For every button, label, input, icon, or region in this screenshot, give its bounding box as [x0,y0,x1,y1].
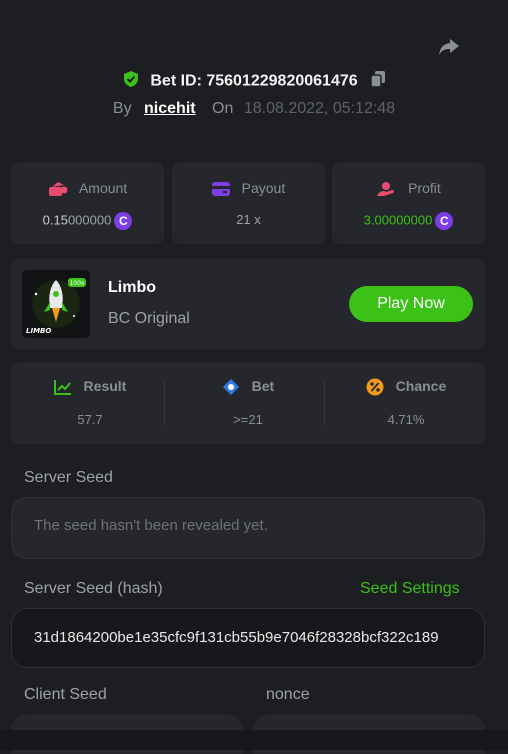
result-value: 57.7 [77,412,103,427]
profit-value-main: 3. [363,212,375,228]
result-chart-icon [53,380,71,396]
thumbnail-badge: 100x [69,280,84,287]
divider [164,380,165,426]
profit-value-zeros: 00000000 [374,212,433,228]
wallet-icon [211,182,230,197]
amount-value-zeros: 000000 [67,212,112,228]
seed-settings-link[interactable]: Seed Settings [360,580,460,598]
coin-icon: C [435,212,454,230]
on-label: On [212,100,234,117]
server-seed-hash-value: 31d1864200be1e35cfc9f131cb55b9e7046f2832… [34,629,439,646]
result-card: Result 57.7 Bet >=21 Chance 4.71% [11,362,485,444]
thumbnail-tag: LIMBO [26,327,51,335]
server-seed-label: Server Seed [24,469,113,486]
percent-icon [366,378,384,396]
divider [324,380,325,426]
nonce-label: nonce [266,686,310,703]
chance-value: 4.71% [387,412,425,427]
bet-column: Bet >=21 [169,362,327,444]
payout-value: 21 x [236,212,261,227]
game-name: Limbo [108,279,156,296]
bet-value: >=21 [233,412,263,427]
server-seed-field[interactable]: The seed hasn't been revealed yet. [11,497,485,559]
amount-card: Amount 0.15000000 C [11,162,164,244]
amount-icon [48,182,68,197]
payout-card: Payout 21 x [172,162,325,244]
chance-label: Chance [395,378,447,394]
server-seed-value: The seed hasn't been revealed yet. [34,517,268,534]
share-icon[interactable] [437,34,461,58]
shield-check-icon [122,70,140,93]
limbo-thumbnail: 100x LIMBO [22,270,90,338]
result-label: Result [83,378,127,394]
by-label: By [112,100,132,117]
amount-value-main: 0.15 [42,212,68,228]
copy-icon[interactable] [370,70,386,93]
bet-id-text: Bet ID: 75601229820061476 [150,72,358,90]
game-card: 100x LIMBO Limbo BC Original Play Now [11,259,485,349]
bet-byline: By nicehit On 18.08.2022, 05:12:48 [0,100,508,118]
coin-icon: C [114,212,133,230]
bet-timestamp: 18.08.2022, 05:12:48 [243,100,396,117]
result-column: Result 57.7 [11,362,169,444]
play-now-button[interactable]: Play Now [349,286,473,322]
client-seed-label: Client Seed [24,686,107,703]
bet-id-row: Bet ID: 75601229820061476 [0,70,508,93]
amount-label: Amount [78,180,128,196]
game-subtitle: BC Original [108,310,190,327]
payout-label: Payout [241,180,286,196]
user-link[interactable]: nicehit [144,100,196,117]
profit-label: Profit [408,180,441,196]
chance-column: Chance 4.71% [327,362,485,444]
server-seed-hash-label: Server Seed (hash) [24,580,163,597]
server-seed-hash-field[interactable]: 31d1864200be1e35cfc9f131cb55b9e7046f2832… [11,608,485,668]
profit-icon [377,182,395,197]
bottom-edge [0,730,508,750]
profit-card: Profit 3.00000000 C [332,162,485,244]
bet-label: Bet [251,378,275,394]
bet-icon [222,379,239,396]
